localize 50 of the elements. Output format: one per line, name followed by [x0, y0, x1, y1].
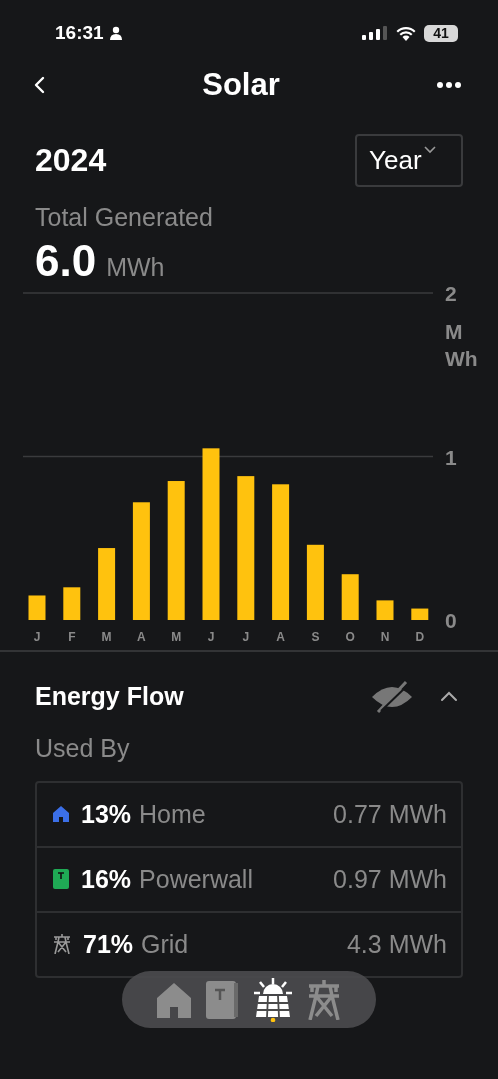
hidden-eye-icon[interactable] — [370, 679, 414, 714]
y-tick-label: 0 — [445, 609, 457, 632]
chevron-up-icon[interactable] — [440, 691, 458, 702]
month-label: O — [345, 630, 355, 644]
total-unit: MWh — [106, 253, 165, 282]
solar-tab[interactable] — [253, 976, 293, 1023]
consumer-name: Home — [139, 799, 206, 829]
section-subtitle: Used By — [34, 732, 131, 763]
status-time: 16:31 — [55, 22, 104, 44]
usage-percent: 71% — [83, 929, 134, 959]
usage-percent: 13% — [81, 799, 132, 829]
month-label: N — [380, 630, 390, 644]
chart-bar — [98, 548, 116, 620]
total-label: Total Generated — [35, 203, 214, 232]
y-tick-label: 2 — [445, 286, 457, 305]
axis-unit-label: MWh — [445, 319, 478, 373]
month-label: D — [415, 630, 425, 644]
chart-bar — [63, 587, 81, 620]
month-label: F — [68, 630, 76, 644]
page-title: Solar — [202, 67, 280, 103]
month-label: M — [101, 630, 112, 644]
year-label: 2024 — [35, 142, 107, 179]
energy-amount: 0.97 MWh — [333, 864, 447, 894]
month-label: S — [311, 630, 320, 644]
consumer-name: Grid — [141, 929, 189, 959]
total-value: 6.0 — [35, 236, 97, 286]
wifi-icon — [396, 25, 416, 41]
chart-bar — [411, 608, 429, 620]
more-icon[interactable] — [436, 81, 462, 89]
chart-bar — [28, 595, 46, 620]
y-tick-label: 1 — [445, 445, 457, 469]
back-button[interactable] — [32, 75, 46, 95]
period-dropdown[interactable]: Year — [355, 134, 463, 187]
month-label: M — [171, 630, 182, 644]
section-title: Energy Flow — [35, 682, 184, 711]
chart-bar — [341, 574, 359, 620]
month-label: A — [137, 630, 146, 644]
month-label: A — [276, 630, 285, 644]
consumer-name: Powerwall — [139, 864, 253, 894]
energy-amount: 0.77 MWh — [333, 799, 447, 829]
caret-icon — [423, 146, 436, 154]
month-label: J — [207, 630, 215, 644]
battery-icon: 41 — [424, 24, 458, 42]
month-label: J — [242, 630, 250, 644]
person-icon — [108, 26, 123, 40]
signal-icon — [362, 26, 388, 40]
usage-percent: 16% — [81, 864, 132, 894]
energy-amount: 4.3 MWh — [346, 929, 447, 959]
month-label: J — [33, 630, 41, 644]
chart-bar — [376, 600, 394, 620]
